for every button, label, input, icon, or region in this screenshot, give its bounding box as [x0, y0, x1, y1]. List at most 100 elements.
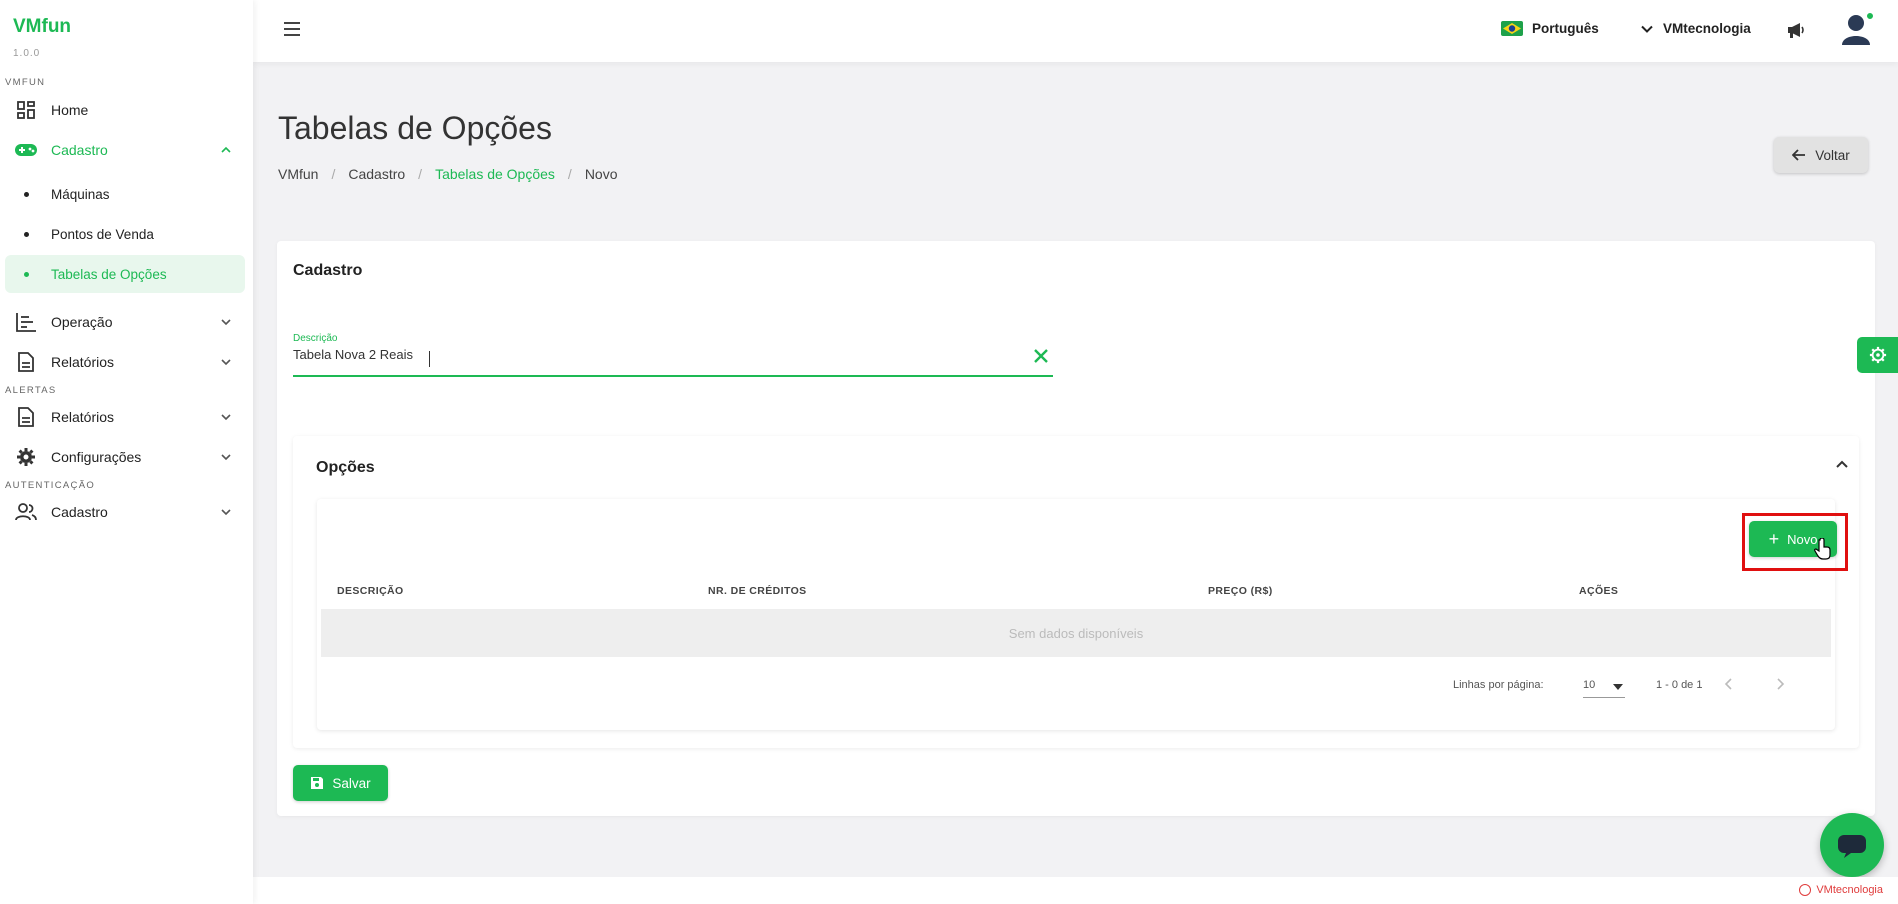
- column-header-acoes: AÇÕES: [1579, 585, 1619, 597]
- company-selector[interactable]: VMtecnologia: [1641, 21, 1751, 36]
- highlight-box: + Novo: [1742, 513, 1848, 571]
- language-selector[interactable]: Português: [1501, 21, 1599, 36]
- empty-state-text: Sem dados disponíveis: [1008, 625, 1144, 641]
- section-label-alertas: ALERTAS: [5, 385, 57, 396]
- back-button[interactable]: Voltar: [1774, 137, 1868, 173]
- bullet-icon: [24, 231, 29, 237]
- back-button-label: Voltar: [1815, 147, 1850, 163]
- sidebar-item-label: Configurações: [51, 449, 142, 465]
- chevron-down-icon: [221, 414, 231, 421]
- chevron-down-icon: [221, 509, 231, 516]
- section-label-vmfun: VMFUN: [5, 77, 46, 88]
- online-status-dot: [1866, 12, 1874, 20]
- sidebar-item-label: Cadastro: [51, 504, 108, 520]
- breadcrumb-item-tabelas[interactable]: Tabelas de Opções: [435, 166, 555, 182]
- chevron-down-icon: [1641, 25, 1653, 33]
- sidebar-item-cadastro[interactable]: Cadastro: [5, 131, 245, 169]
- descricao-label: Descrição: [293, 333, 338, 344]
- breadcrumb-item-novo: Novo: [584, 166, 618, 182]
- breadcrumb-separator: /: [418, 166, 423, 182]
- chevron-down-icon: [221, 359, 231, 366]
- rows-per-page-label: Linhas por página:: [1453, 679, 1544, 691]
- chevron-up-icon[interactable]: [1833, 456, 1851, 474]
- sidebar-subitem-tabelas-de-opcoes[interactable]: Tabelas de Opções: [5, 255, 245, 293]
- avatar[interactable]: [1836, 9, 1876, 49]
- sidebar-item-configuracoes[interactable]: Configurações: [5, 438, 245, 476]
- dropdown-arrow-icon: [1613, 684, 1623, 690]
- save-button-label: Salvar: [332, 775, 371, 791]
- chat-bubble-icon: [1838, 835, 1866, 858]
- settings-drawer-button[interactable]: [1857, 337, 1898, 373]
- sidebar-item-home[interactable]: Home: [5, 91, 245, 129]
- sidebar-item-relatorios-alertas[interactable]: Relatórios: [5, 398, 245, 436]
- page-title: Tabelas de Opções: [278, 110, 552, 146]
- sidebar-subitem-label: Pontos de Venda: [51, 226, 154, 242]
- column-header-preco[interactable]: PREÇO (R$): [1208, 585, 1273, 597]
- sidebar-subitem-maquinas[interactable]: Máquinas: [5, 175, 245, 213]
- menu-icon[interactable]: [283, 21, 301, 37]
- descricao-input[interactable]: Tabela Nova 2 Reais: [293, 347, 1013, 367]
- rows-per-page-value: 10: [1583, 679, 1596, 691]
- breadcrumb-item-vmfun[interactable]: VMfun: [278, 166, 318, 182]
- breadcrumb-separator: /: [331, 166, 336, 182]
- sidebar: VMfun 1.0.0 VMFUN Home Cadastro Máquinas…: [0, 0, 253, 904]
- descricao-field[interactable]: Descrição Tabela Nova 2 Reais: [293, 333, 1053, 377]
- dashboard-icon: [13, 97, 39, 123]
- hand-cursor-icon: [1814, 538, 1831, 560]
- panel-title: Opções: [316, 459, 375, 476]
- chat-button[interactable]: [1820, 813, 1884, 877]
- opcoes-panel: Opções + Novo DESCRIÇÃO NR. DE CRÉDITOS …: [293, 436, 1859, 748]
- sidebar-subitem-label: Tabelas de Opções: [51, 266, 167, 282]
- chevron-down-icon: [221, 319, 231, 326]
- chevron-down-icon: [221, 454, 231, 461]
- column-header-descricao[interactable]: DESCRIÇÃO: [337, 585, 404, 597]
- company-label: VMtecnologia: [1663, 21, 1751, 36]
- bullet-icon: [24, 271, 29, 277]
- sidebar-item-label: Relatórios: [51, 409, 115, 425]
- brand: VMfun 1.0.0: [13, 16, 71, 59]
- rows-per-page-select[interactable]: 10: [1583, 674, 1625, 698]
- card-title: Cadastro: [293, 262, 363, 279]
- sidebar-item-label: Operação: [51, 314, 113, 330]
- pagination-range: 1 - 0 de 1: [1656, 679, 1703, 691]
- plus-icon: +: [1768, 529, 1780, 549]
- novo-button-label: Novo: [1787, 531, 1818, 547]
- column-header-creditos[interactable]: NR. DE CRÉDITOS: [708, 585, 807, 597]
- gamepad-icon: [13, 137, 39, 163]
- document-icon: [13, 349, 39, 375]
- sidebar-item-label: Home: [51, 102, 89, 118]
- sidebar-item-label: Cadastro: [51, 142, 108, 158]
- bullet-icon: [24, 191, 29, 197]
- gear-icon: [13, 444, 39, 470]
- chevron-right-icon[interactable]: [1773, 677, 1787, 691]
- empty-state-row: Sem dados disponíveis: [321, 609, 1831, 657]
- bottom-bar: VMtecnologia: [253, 877, 1898, 904]
- brand-name[interactable]: VMfun: [13, 16, 71, 38]
- breadcrumb-item-cadastro[interactable]: Cadastro: [348, 166, 405, 182]
- chevron-up-icon: [221, 146, 231, 153]
- brazil-flag-icon: [1501, 21, 1523, 36]
- floppy-disk-icon: [311, 777, 324, 789]
- megaphone-icon[interactable]: [1786, 20, 1806, 40]
- company-logo-icon: [1799, 884, 1812, 896]
- sidebar-item-cadastro-auth[interactable]: Cadastro: [5, 493, 245, 531]
- sidebar-item-relatorios[interactable]: Relatórios: [5, 343, 245, 381]
- chevron-left-icon[interactable]: [1722, 677, 1736, 691]
- arrow-left-icon: [1792, 149, 1806, 161]
- save-button[interactable]: Salvar: [293, 765, 388, 801]
- topbar: Português VMtecnologia: [253, 0, 1898, 62]
- powered-by-label: VMtecnologia: [1816, 884, 1883, 896]
- sidebar-subitem-pontos-de-venda[interactable]: Pontos de Venda: [5, 215, 245, 253]
- sidebar-item-operacao[interactable]: Operação: [5, 303, 245, 341]
- document-icon: [13, 404, 39, 430]
- section-label-autenticacao: AUTENTICAÇÃO: [5, 480, 96, 491]
- clear-icon[interactable]: [1032, 347, 1050, 365]
- timeline-icon: [13, 309, 39, 335]
- users-icon: [13, 499, 39, 525]
- brand-version: 1.0.0: [13, 48, 41, 59]
- breadcrumb-separator: /: [567, 166, 572, 182]
- text-caret: [429, 351, 430, 367]
- language-label: Português: [1532, 21, 1599, 36]
- powered-by[interactable]: VMtecnologia: [1799, 884, 1883, 896]
- sidebar-item-label: Relatórios: [51, 354, 115, 370]
